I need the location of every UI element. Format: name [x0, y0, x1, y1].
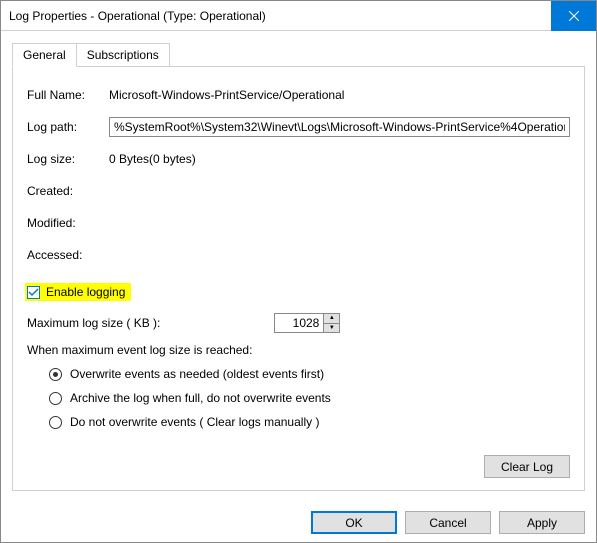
- fullname-label: Full Name:: [27, 88, 109, 102]
- general-panel: Full Name: Microsoft-Windows-PrintServic…: [12, 66, 585, 491]
- tabstrip: General Subscriptions: [12, 43, 585, 67]
- logsize-value: 0 Bytes(0 bytes): [109, 152, 570, 166]
- logsize-label: Log size:: [27, 152, 109, 166]
- enable-logging-row: Enable logging: [25, 283, 131, 301]
- checkmark-icon: [28, 287, 39, 298]
- max-log-label: Maximum log size ( KB ):: [27, 316, 160, 330]
- radio-donot[interactable]: [49, 416, 62, 429]
- enable-logging-checkbox[interactable]: [27, 286, 40, 299]
- close-icon: [569, 11, 579, 21]
- max-log-spinner: ▲ ▼: [274, 313, 340, 333]
- close-button[interactable]: [551, 1, 596, 31]
- dialog-footer: OK Cancel Apply: [1, 499, 596, 534]
- clear-log-button[interactable]: Clear Log: [484, 455, 570, 478]
- radio-archive[interactable]: [49, 392, 62, 405]
- radio-archive-label: Archive the log when full, do not overwr…: [70, 391, 331, 405]
- created-label: Created:: [27, 184, 109, 198]
- radio-overwrite[interactable]: [49, 368, 62, 381]
- logpath-input[interactable]: [109, 117, 570, 137]
- tab-general[interactable]: General: [12, 43, 77, 67]
- max-log-input[interactable]: [274, 313, 324, 333]
- radio-overwrite-label: Overwrite events as needed (oldest event…: [70, 367, 324, 381]
- enable-logging-label: Enable logging: [46, 285, 125, 299]
- accessed-label: Accessed:: [27, 248, 109, 262]
- ok-button[interactable]: OK: [311, 511, 397, 534]
- fullname-value: Microsoft-Windows-PrintService/Operation…: [109, 88, 570, 102]
- window-title: Log Properties - Operational (Type: Oper…: [9, 9, 266, 23]
- logpath-label: Log path:: [27, 120, 109, 134]
- modified-label: Modified:: [27, 216, 109, 230]
- apply-button[interactable]: Apply: [499, 511, 585, 534]
- titlebar: Log Properties - Operational (Type: Oper…: [1, 1, 596, 31]
- spinner-up[interactable]: ▲: [324, 314, 339, 324]
- radio-donot-label: Do not overwrite events ( Clear logs man…: [70, 415, 319, 429]
- cancel-button[interactable]: Cancel: [405, 511, 491, 534]
- tab-subscriptions[interactable]: Subscriptions: [77, 43, 170, 67]
- spinner-down[interactable]: ▼: [324, 324, 339, 333]
- overflow-heading: When maximum event log size is reached:: [27, 343, 570, 357]
